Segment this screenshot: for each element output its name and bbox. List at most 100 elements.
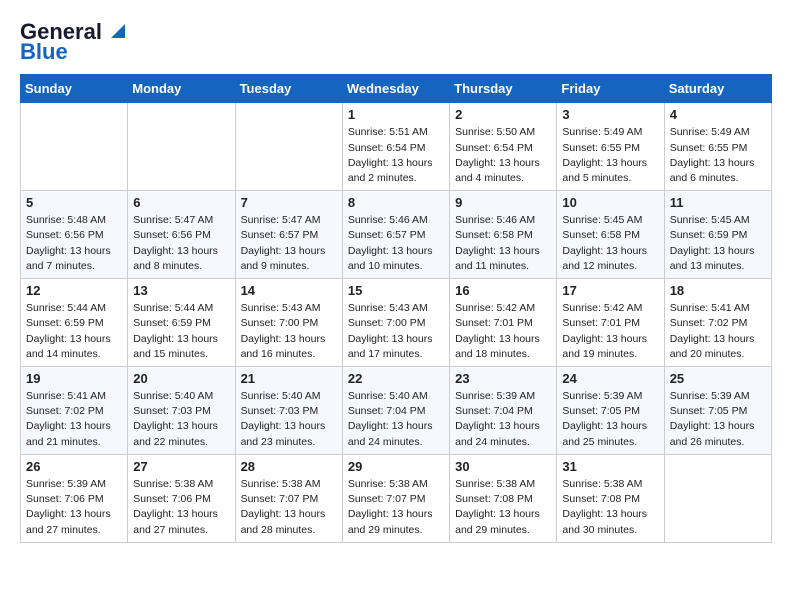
- calendar-cell: 12 Sunrise: 5:44 AM Sunset: 6:59 PM Dayli…: [21, 279, 128, 367]
- day-info: Sunrise: 5:47 AM Sunset: 6:57 PM Dayligh…: [241, 213, 337, 274]
- calendar-cell: [21, 103, 128, 191]
- day-number: 4: [670, 107, 766, 122]
- logo: General Blue: [20, 20, 129, 64]
- day-info: Sunrise: 5:48 AM Sunset: 6:56 PM Dayligh…: [26, 213, 122, 274]
- day-number: 14: [241, 283, 337, 298]
- col-header-monday: Monday: [128, 75, 235, 103]
- calendar-cell: 23 Sunrise: 5:39 AM Sunset: 7:04 PM Dayli…: [450, 367, 557, 455]
- logo-text-blue: Blue: [20, 40, 68, 64]
- calendar-cell: 19 Sunrise: 5:41 AM Sunset: 7:02 PM Dayli…: [21, 367, 128, 455]
- day-number: 13: [133, 283, 229, 298]
- calendar-cell: 17 Sunrise: 5:42 AM Sunset: 7:01 PM Dayli…: [557, 279, 664, 367]
- day-info: Sunrise: 5:47 AM Sunset: 6:56 PM Dayligh…: [133, 213, 229, 274]
- day-number: 27: [133, 459, 229, 474]
- day-number: 6: [133, 195, 229, 210]
- calendar-cell: 14 Sunrise: 5:43 AM Sunset: 7:00 PM Dayli…: [235, 279, 342, 367]
- calendar-cell: 2Sunrise: 5:50 AM Sunset: 6:54 PM Daylig…: [450, 103, 557, 191]
- calendar-cell: [664, 454, 771, 542]
- day-number: 22: [348, 371, 444, 386]
- logo-arrow-icon: [107, 20, 129, 42]
- day-number: 20: [133, 371, 229, 386]
- day-info: Sunrise: 5:45 AM Sunset: 6:59 PM Dayligh…: [670, 213, 766, 274]
- day-number: 26: [26, 459, 122, 474]
- day-info: Sunrise: 5:42 AM Sunset: 7:01 PM Dayligh…: [562, 301, 658, 362]
- day-info: Sunrise: 5:51 AM Sunset: 6:54 PM Dayligh…: [348, 125, 444, 186]
- day-number: 9: [455, 195, 551, 210]
- calendar-cell: 20 Sunrise: 5:40 AM Sunset: 7:03 PM Dayli…: [128, 367, 235, 455]
- day-info: Sunrise: 5:40 AM Sunset: 7:03 PM Dayligh…: [241, 389, 337, 450]
- day-info: Sunrise: 5:44 AM Sunset: 6:59 PM Dayligh…: [133, 301, 229, 362]
- col-header-tuesday: Tuesday: [235, 75, 342, 103]
- day-number: 29: [348, 459, 444, 474]
- day-number: 11: [670, 195, 766, 210]
- calendar-cell: 6 Sunrise: 5:47 AM Sunset: 6:56 PM Daylig…: [128, 191, 235, 279]
- week-row-3: 12 Sunrise: 5:44 AM Sunset: 6:59 PM Dayli…: [21, 279, 772, 367]
- day-number: 19: [26, 371, 122, 386]
- calendar-cell: 30 Sunrise: 5:38 AM Sunset: 7:08 PM Dayli…: [450, 454, 557, 542]
- calendar-cell: 26 Sunrise: 5:39 AM Sunset: 7:06 PM Dayli…: [21, 454, 128, 542]
- calendar-cell: 29 Sunrise: 5:38 AM Sunset: 7:07 PM Dayli…: [342, 454, 449, 542]
- calendar-cell: 21 Sunrise: 5:40 AM Sunset: 7:03 PM Dayli…: [235, 367, 342, 455]
- day-info: Sunrise: 5:49 AM Sunset: 6:55 PM Dayligh…: [670, 125, 766, 186]
- col-header-thursday: Thursday: [450, 75, 557, 103]
- day-info: Sunrise: 5:46 AM Sunset: 6:57 PM Dayligh…: [348, 213, 444, 274]
- day-info: Sunrise: 5:40 AM Sunset: 7:04 PM Dayligh…: [348, 389, 444, 450]
- day-number: 3: [562, 107, 658, 122]
- day-number: 23: [455, 371, 551, 386]
- calendar-cell: 27 Sunrise: 5:38 AM Sunset: 7:06 PM Dayli…: [128, 454, 235, 542]
- day-info: Sunrise: 5:38 AM Sunset: 7:06 PM Dayligh…: [133, 477, 229, 538]
- day-info: Sunrise: 5:40 AM Sunset: 7:03 PM Dayligh…: [133, 389, 229, 450]
- day-number: 30: [455, 459, 551, 474]
- calendar-cell: [235, 103, 342, 191]
- day-number: 1: [348, 107, 444, 122]
- day-number: 21: [241, 371, 337, 386]
- calendar-cell: 10 Sunrise: 5:45 AM Sunset: 6:58 PM Dayli…: [557, 191, 664, 279]
- day-number: 8: [348, 195, 444, 210]
- week-row-4: 19 Sunrise: 5:41 AM Sunset: 7:02 PM Dayli…: [21, 367, 772, 455]
- week-row-1: 1 Sunrise: 5:51 AM Sunset: 6:54 PM Daylig…: [21, 103, 772, 191]
- day-info: Sunrise: 5:39 AM Sunset: 7:05 PM Dayligh…: [562, 389, 658, 450]
- calendar-cell: 4 Sunrise: 5:49 AM Sunset: 6:55 PM Daylig…: [664, 103, 771, 191]
- day-info: Sunrise: 5:38 AM Sunset: 7:08 PM Dayligh…: [562, 477, 658, 538]
- day-number: 28: [241, 459, 337, 474]
- calendar-cell: 31Sunrise: 5:38 AM Sunset: 7:08 PM Dayli…: [557, 454, 664, 542]
- day-info: Sunrise: 5:39 AM Sunset: 7:06 PM Dayligh…: [26, 477, 122, 538]
- day-number: 12: [26, 283, 122, 298]
- day-number: 10: [562, 195, 658, 210]
- day-info: Sunrise: 5:41 AM Sunset: 7:02 PM Dayligh…: [26, 389, 122, 450]
- day-number: 7: [241, 195, 337, 210]
- col-header-friday: Friday: [557, 75, 664, 103]
- day-info: Sunrise: 5:45 AM Sunset: 6:58 PM Dayligh…: [562, 213, 658, 274]
- day-number: 16: [455, 283, 551, 298]
- week-row-5: 26 Sunrise: 5:39 AM Sunset: 7:06 PM Dayli…: [21, 454, 772, 542]
- day-number: 5: [26, 195, 122, 210]
- day-info: Sunrise: 5:38 AM Sunset: 7:07 PM Dayligh…: [348, 477, 444, 538]
- week-row-2: 5 Sunrise: 5:48 AM Sunset: 6:56 PM Daylig…: [21, 191, 772, 279]
- calendar-cell: 8 Sunrise: 5:46 AM Sunset: 6:57 PM Daylig…: [342, 191, 449, 279]
- day-number: 17: [562, 283, 658, 298]
- day-info: Sunrise: 5:50 AM Sunset: 6:54 PM Dayligh…: [455, 125, 551, 186]
- calendar-cell: 15 Sunrise: 5:43 AM Sunset: 7:00 PM Dayli…: [342, 279, 449, 367]
- calendar-cell: 28 Sunrise: 5:38 AM Sunset: 7:07 PM Dayli…: [235, 454, 342, 542]
- day-info: Sunrise: 5:39 AM Sunset: 7:04 PM Dayligh…: [455, 389, 551, 450]
- calendar-cell: [128, 103, 235, 191]
- day-info: Sunrise: 5:38 AM Sunset: 7:07 PM Dayligh…: [241, 477, 337, 538]
- col-header-sunday: Sunday: [21, 75, 128, 103]
- calendar-cell: 13 Sunrise: 5:44 AM Sunset: 6:59 PM Dayli…: [128, 279, 235, 367]
- day-number: 24: [562, 371, 658, 386]
- day-number: 18: [670, 283, 766, 298]
- day-info: Sunrise: 5:44 AM Sunset: 6:59 PM Dayligh…: [26, 301, 122, 362]
- calendar-cell: 22 Sunrise: 5:40 AM Sunset: 7:04 PM Dayli…: [342, 367, 449, 455]
- day-info: Sunrise: 5:38 AM Sunset: 7:08 PM Dayligh…: [455, 477, 551, 538]
- col-header-wednesday: Wednesday: [342, 75, 449, 103]
- calendar-cell: 11 Sunrise: 5:45 AM Sunset: 6:59 PM Dayli…: [664, 191, 771, 279]
- day-info: Sunrise: 5:42 AM Sunset: 7:01 PM Dayligh…: [455, 301, 551, 362]
- day-info: Sunrise: 5:39 AM Sunset: 7:05 PM Dayligh…: [670, 389, 766, 450]
- col-header-saturday: Saturday: [664, 75, 771, 103]
- calendar-cell: 18Sunrise: 5:41 AM Sunset: 7:02 PM Dayli…: [664, 279, 771, 367]
- day-info: Sunrise: 5:43 AM Sunset: 7:00 PM Dayligh…: [348, 301, 444, 362]
- day-number: 15: [348, 283, 444, 298]
- day-info: Sunrise: 5:43 AM Sunset: 7:00 PM Dayligh…: [241, 301, 337, 362]
- calendar-cell: 3Sunrise: 5:49 AM Sunset: 6:55 PM Daylig…: [557, 103, 664, 191]
- calendar-cell: 5 Sunrise: 5:48 AM Sunset: 6:56 PM Daylig…: [21, 191, 128, 279]
